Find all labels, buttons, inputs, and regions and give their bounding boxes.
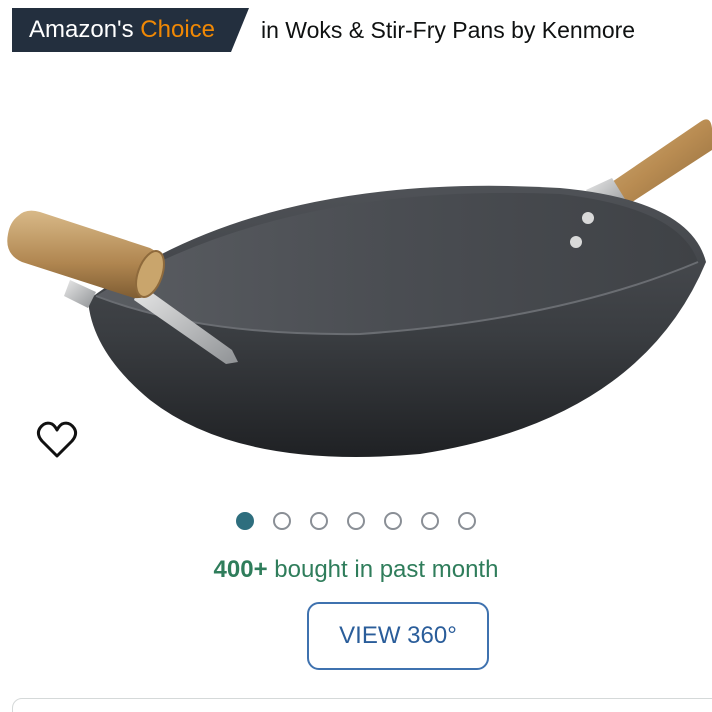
bought-count: 400+: [213, 556, 268, 583]
bought-in-past-month: 400+ bought in past month: [0, 556, 712, 584]
heart-outline-icon[interactable]: [36, 420, 78, 460]
carousel-dot[interactable]: [310, 512, 328, 530]
image-carousel-dots: [0, 512, 712, 530]
badge-category-text: in Woks & Stir-Fry Pans by Kenmore: [261, 16, 636, 43]
next-card-edge: [12, 698, 712, 712]
carousel-dot[interactable]: [236, 512, 254, 530]
bought-text: bought in past month: [274, 556, 499, 583]
carousel-dot[interactable]: [421, 512, 439, 530]
carousel-dot[interactable]: [347, 512, 365, 530]
amazons-choice-badge[interactable]: Amazon's Choice: [12, 8, 249, 52]
carousel-dot[interactable]: [384, 512, 402, 530]
badge-choice-label: Choice: [140, 16, 216, 43]
badge-prefix: Amazon's: [29, 16, 134, 43]
amazons-choice-row: Amazon's Choice in Woks & Stir-Fry Pans …: [12, 8, 702, 52]
carousel-dot[interactable]: [458, 512, 476, 530]
product-image[interactable]: [0, 100, 712, 480]
view-360-button[interactable]: VIEW 360°: [307, 602, 489, 670]
carousel-dot[interactable]: [273, 512, 291, 530]
